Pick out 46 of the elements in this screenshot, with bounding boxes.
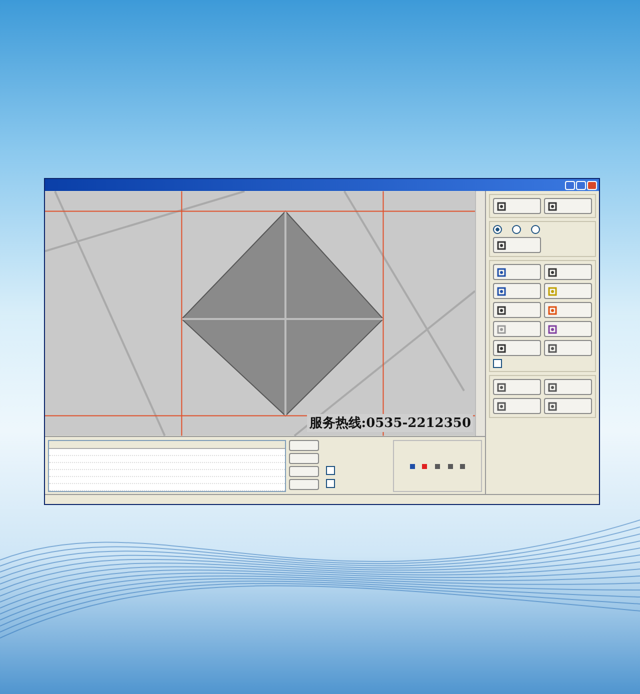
scrollbar[interactable]	[475, 191, 485, 436]
tool-icon	[497, 202, 506, 210]
side-button[interactable]	[289, 440, 319, 451]
minimize-button[interactable]	[565, 180, 575, 190]
tool-button[interactable]	[493, 379, 541, 395]
tool-icon	[548, 402, 557, 410]
tool-icon	[497, 402, 506, 410]
tool-button[interactable]	[544, 340, 592, 356]
tool-button[interactable]	[493, 198, 541, 214]
checkbox[interactable]	[326, 479, 335, 488]
tool-icon	[497, 382, 506, 392]
tool-icon	[497, 344, 506, 352]
tool-icon	[548, 202, 557, 210]
radio-button[interactable]	[531, 225, 540, 234]
tool-button[interactable]	[544, 321, 592, 337]
tool-icon	[548, 324, 557, 334]
tool-button[interactable]	[544, 264, 592, 280]
tool-icon	[548, 306, 557, 314]
tool-button[interactable]	[544, 379, 592, 395]
tool-button[interactable]	[493, 398, 541, 414]
tool-button[interactable]	[493, 340, 541, 356]
tool-icon	[497, 286, 506, 296]
tool-button[interactable]	[493, 283, 541, 299]
close-button[interactable]	[587, 180, 597, 190]
side-button[interactable]	[289, 479, 319, 490]
hotline-text: 服务热线:0535-2212350	[307, 414, 473, 432]
tool-button[interactable]	[544, 398, 592, 414]
tool-icon	[548, 286, 557, 296]
tool-button[interactable]	[493, 264, 541, 280]
side-button[interactable]	[289, 453, 319, 464]
radio-button[interactable]	[493, 225, 502, 234]
tool-icon	[548, 268, 557, 276]
tool-icon	[497, 268, 506, 276]
tool-icon	[497, 324, 506, 334]
checkbox[interactable]	[326, 466, 335, 475]
tool-icon	[548, 344, 557, 352]
tool-icon	[497, 240, 506, 250]
tool-icon	[548, 382, 557, 392]
tool-button[interactable]	[493, 302, 541, 318]
radio-button[interactable]	[512, 225, 521, 234]
tool-button[interactable]	[544, 198, 592, 214]
tool-icon	[497, 306, 506, 314]
tool-button[interactable]	[493, 237, 541, 253]
maximize-button[interactable]	[576, 180, 586, 190]
checkbox[interactable]	[493, 359, 502, 368]
side-button[interactable]	[289, 466, 319, 477]
